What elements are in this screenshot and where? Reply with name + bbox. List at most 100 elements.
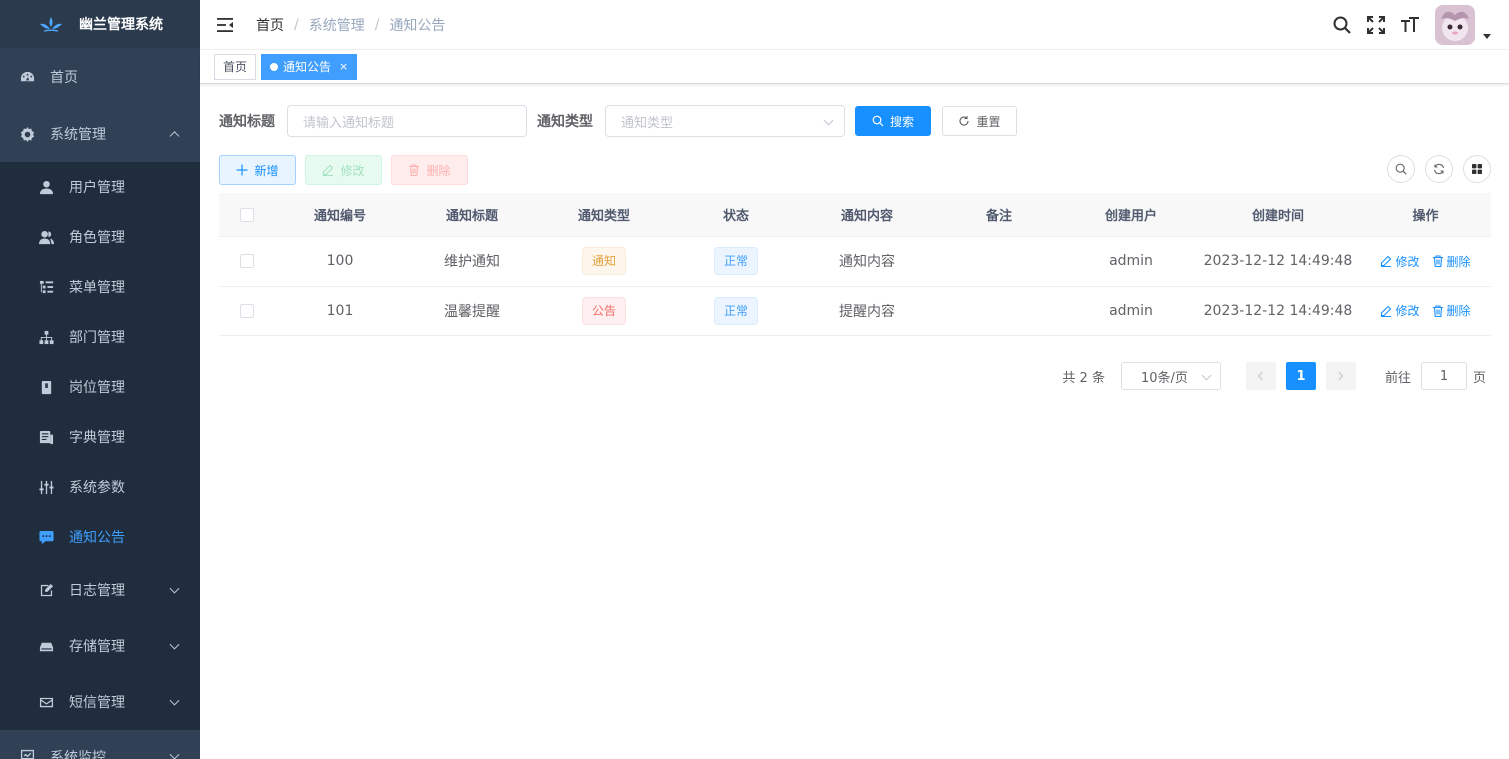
row-delete-link[interactable]: 删除	[1432, 253, 1471, 270]
sidebar-item-menus[interactable]: 菜单管理	[0, 262, 200, 312]
sidebar-item-dicts[interactable]: 字典管理	[0, 412, 200, 462]
sidebar-item-sms[interactable]: 短信管理	[0, 674, 200, 730]
caret-down-icon[interactable]	[1483, 33, 1491, 39]
goto-input[interactable]: 1	[1420, 362, 1467, 390]
type-tag: 公告	[581, 296, 626, 325]
fullscreen-icon[interactable]	[1365, 14, 1387, 36]
type-select[interactable]: 通知类型	[605, 105, 845, 137]
sidebar-item-params[interactable]: 系统参数	[0, 462, 200, 512]
row-checkbox[interactable]	[239, 254, 254, 269]
reset-button[interactable]: 重置	[942, 106, 1017, 136]
row-edit-link[interactable]: 修改	[1380, 253, 1420, 270]
type-placeholder: 通知类型	[621, 115, 674, 131]
table-row: 101 温馨提醒 公告 正常 提醒内容 admin 2023-12-12 14:…	[219, 287, 1491, 336]
navbar: 首页 / 系统管理 / 通知公告	[200, 0, 1509, 50]
cell-actions: 修改 删除	[1360, 302, 1491, 319]
row-edit-link[interactable]: 修改	[1380, 302, 1420, 319]
cell-time: 2023-12-12 14:49:48	[1203, 253, 1353, 270]
search-button[interactable]: 搜索	[855, 106, 931, 136]
font-size-icon[interactable]	[1399, 14, 1421, 36]
edit-icon	[1381, 305, 1392, 317]
cell-user: admin	[1109, 302, 1153, 319]
chevron-down-icon	[169, 583, 180, 594]
title-label: 通知标题	[219, 114, 275, 130]
avatar[interactable]	[1435, 5, 1475, 45]
cell-title: 维护通知	[444, 254, 500, 271]
chevron-down-icon	[169, 639, 180, 650]
row-checkbox[interactable]	[239, 303, 254, 318]
cell-id: 100	[326, 253, 354, 270]
columns-button[interactable]	[1463, 155, 1491, 183]
row-edit-label: 修改	[1395, 304, 1420, 319]
refresh-icon	[1433, 163, 1445, 175]
cell-title: 温馨提醒	[444, 303, 500, 320]
header-cell: 创建时间	[1251, 209, 1304, 224]
prev-page-button[interactable]	[1245, 362, 1276, 390]
gear-icon	[19, 126, 35, 142]
next-page-button[interactable]	[1325, 362, 1356, 390]
user-icon	[38, 179, 54, 195]
header-cell: 创建用户	[1104, 209, 1157, 224]
row-delete-link[interactable]: 删除	[1432, 302, 1471, 319]
sidebar-item-roles[interactable]: 角色管理	[0, 212, 200, 262]
sidebar-item-home[interactable]: 首页	[0, 48, 200, 106]
delete-icon	[409, 164, 420, 176]
orchid-logo-icon	[40, 17, 62, 32]
add-button[interactable]: 新增	[219, 155, 296, 185]
close-icon[interactable]: ×	[339, 55, 348, 79]
sidebar-item-label: 存储管理	[69, 639, 125, 655]
toolbar: 新增 修改 删除	[219, 155, 1491, 185]
edit-button[interactable]: 修改	[305, 155, 382, 185]
app-title: 幽兰管理系统	[79, 17, 163, 33]
page-suffix: 页	[1472, 370, 1486, 386]
page-size-select[interactable]: 10条/页	[1120, 362, 1221, 390]
sidebar-item-label: 用户管理	[69, 180, 125, 196]
header-cell: 状态	[722, 209, 749, 224]
sidebar-item-depts[interactable]: 部门管理	[0, 312, 200, 362]
tag-home[interactable]: 首页	[214, 53, 257, 80]
header-cell: 备注	[985, 209, 1012, 224]
toggle-search-button[interactable]	[1387, 155, 1415, 183]
sidebar-item-system[interactable]: 系统管理	[0, 106, 200, 162]
breadcrumb-separator: /	[294, 16, 299, 33]
delete-icon	[1432, 255, 1443, 268]
sidebar-item-label: 系统管理	[50, 127, 106, 143]
edit-params-icon	[38, 479, 54, 495]
sidebar-item-notices[interactable]: 通知公告	[0, 512, 200, 562]
logo[interactable]: 幽兰管理系统	[0, 0, 200, 48]
tree-icon	[38, 329, 54, 345]
search-icon[interactable]	[1331, 14, 1353, 36]
sidebar-item-label: 首页	[50, 70, 78, 86]
grid-icon	[1472, 164, 1482, 174]
cell-id: 101	[326, 302, 354, 319]
peoples-icon	[38, 229, 54, 245]
type-tag: 通知	[581, 247, 626, 276]
search-button-label: 搜索	[889, 114, 914, 129]
right-toolbar	[1377, 155, 1491, 183]
main-area: 首页 / 系统管理 / 通知公告 首页 通知公告 × 通知标题 请输入通知标题 …	[200, 0, 1509, 759]
sidebar-item-monitor[interactable]: 系统监控	[0, 730, 200, 759]
sidebar-item-label: 字典管理	[69, 430, 125, 446]
sidebar-item-posts[interactable]: 岗位管理	[0, 362, 200, 412]
tag-notices[interactable]: 通知公告 ×	[261, 53, 358, 80]
sidebar-item-label: 系统监控	[50, 750, 106, 759]
tree-table-icon	[38, 279, 54, 295]
delete-button-label: 删除	[426, 163, 451, 178]
breadcrumb-home[interactable]: 首页	[256, 15, 284, 35]
hamburger-icon[interactable]	[216, 16, 234, 34]
refresh-button[interactable]	[1425, 155, 1453, 183]
search-icon	[872, 115, 884, 127]
breadcrumb-system: 系统管理	[308, 17, 365, 34]
select-all-checkbox[interactable]	[239, 207, 254, 222]
sidebar-item-logs[interactable]: 日志管理	[0, 562, 200, 618]
cell-time: 2023-12-12 14:49:48	[1203, 302, 1353, 319]
sidebar-item-storage[interactable]: 存储管理	[0, 618, 200, 674]
cell-actions: 修改 删除	[1360, 253, 1491, 270]
delete-button[interactable]: 删除	[391, 155, 468, 185]
add-button-label: 新增	[254, 163, 279, 178]
title-input[interactable]: 请输入通知标题	[287, 105, 527, 137]
sidebar-item-users[interactable]: 用户管理	[0, 162, 200, 212]
tags-view: 首页 通知公告 ×	[200, 50, 1509, 84]
status-badge: 正常	[713, 247, 758, 276]
page-number[interactable]: 1	[1285, 362, 1316, 390]
